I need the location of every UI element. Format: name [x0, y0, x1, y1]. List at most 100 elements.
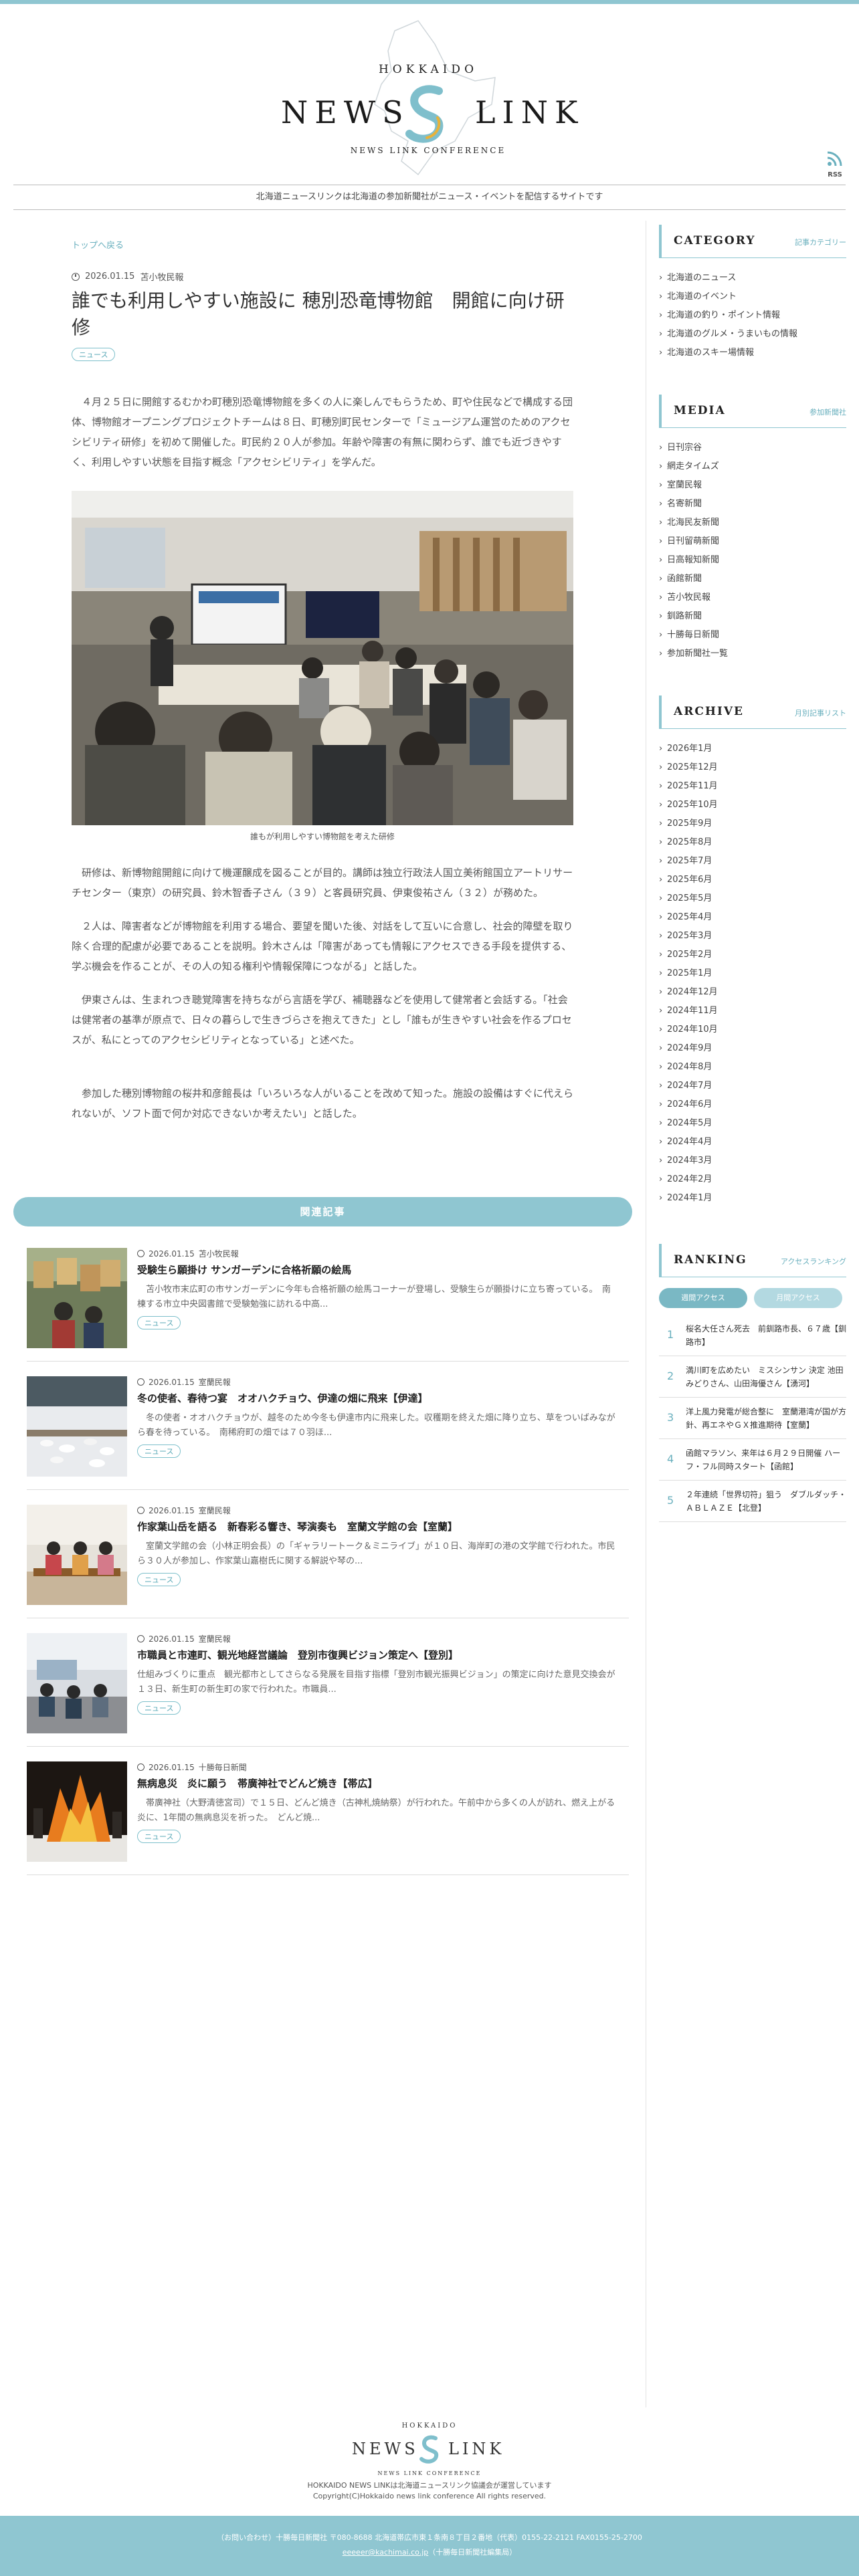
related-date: 2026.01.15: [149, 1762, 195, 1772]
koto-performance-image: [27, 1505, 127, 1605]
ranking-item[interactable]: 3 洋上風力発電が総合整に 室蘭港湾が国が方針、再エネやＧＸ推進期待【室蘭】: [659, 1398, 846, 1439]
media-item[interactable]: 函館新聞: [659, 570, 846, 588]
archive-item[interactable]: 2025年8月: [659, 833, 846, 852]
archive-item[interactable]: 2024年4月: [659, 1133, 846, 1152]
archive-item[interactable]: 2025年9月: [659, 815, 846, 833]
article-meta: 2026.01.15 苫小牧民報: [72, 270, 183, 283]
archive-item[interactable]: 2025年12月: [659, 758, 846, 777]
archive-item[interactable]: 2024年1月: [659, 1189, 846, 1208]
related-thumbnail[interactable]: [27, 1761, 127, 1862]
archive-item[interactable]: 2024年8月: [659, 1058, 846, 1077]
related-thumbnail[interactable]: [27, 1633, 127, 1733]
category-item[interactable]: 北海道の釣り・ポイント情報: [659, 306, 846, 325]
related-meta: 2026.01.15 室蘭民報: [137, 1376, 231, 1388]
related-article[interactable]: 2026.01.15 十勝毎日新聞 無病息災 炎に願う 帯廣神社でどんど焼き【帯…: [27, 1747, 629, 1875]
related-title-link[interactable]: 作家葉山岳を語る 新春彩る響き、琴演奏も 室蘭文学館の会【室蘭】: [137, 1519, 632, 1533]
related-tag[interactable]: ニュース: [137, 1316, 181, 1329]
media-item[interactable]: 北海民友新聞: [659, 514, 846, 532]
related-date: 2026.01.15: [149, 1377, 195, 1387]
ranking-title-link[interactable]: 桜名大任さん死去 前釧路市長、６７歳【釧路市】: [686, 1322, 846, 1349]
breadcrumb-home-link[interactable]: トップへ戻る: [72, 238, 124, 251]
footer-email-link[interactable]: eeeeer@kachimai.co.jp: [343, 2548, 428, 2557]
sidebar-archive: ARCHIVE 月別記事リスト 2026年1月 2025年12月 2025年11…: [659, 695, 846, 1208]
category-item[interactable]: 北海道のニュース: [659, 269, 846, 288]
media-item[interactable]: 参加新聞社一覧: [659, 645, 846, 663]
clock-icon: [137, 1763, 145, 1771]
related-source: 室蘭民報: [198, 1506, 231, 1515]
tab-monthly-access[interactable]: 月間アクセス: [754, 1288, 842, 1308]
media-item[interactable]: 苫小牧民報: [659, 588, 846, 607]
archive-item[interactable]: 2025年3月: [659, 927, 846, 946]
media-item[interactable]: 網走タイムズ: [659, 457, 846, 476]
archive-item[interactable]: 2024年3月: [659, 1152, 846, 1170]
media-title: MEDIA: [674, 404, 726, 417]
media-item[interactable]: 日刊宗谷: [659, 439, 846, 457]
ranking-number: 1: [667, 1328, 674, 1341]
related-title-link[interactable]: 無病息災 炎に願う 帯廣神社でどんど焼き【帯広】: [137, 1776, 632, 1790]
archive-item[interactable]: 2024年10月: [659, 1021, 846, 1039]
media-item[interactable]: 室蘭民報: [659, 476, 846, 495]
archive-item[interactable]: 2025年10月: [659, 796, 846, 815]
category-item[interactable]: 北海道のスキー場情報: [659, 344, 846, 362]
ranking-item[interactable]: 2 満川町を広めたい ミスシンサン 決定 池田みどりさん、山田海優さん【湧河】: [659, 1356, 846, 1398]
media-item[interactable]: 日高報知新聞: [659, 551, 846, 570]
related-article[interactable]: 2026.01.15 室蘭民報 冬の使者、春待つ宴 オオハクチョウ、伊達の畑に飛…: [27, 1362, 629, 1490]
archive-item[interactable]: 2025年11月: [659, 777, 846, 796]
footer-logo[interactable]: HOKKAIDO NEWS LINK NEWS LINK CONFERENCE: [348, 2421, 511, 2481]
media-item[interactable]: 釧路新聞: [659, 607, 846, 626]
footer-copyright: Copyright(C)Hokkaido news link conferenc…: [312, 2492, 547, 2500]
logo-news-text: NEWS: [281, 94, 410, 130]
ranking-title-link[interactable]: ２年連続「世界切符」狙う ダブルダッチ・ＡＢＬＡＺＥ【北登】: [686, 1488, 846, 1515]
related-thumbnail[interactable]: [27, 1376, 127, 1477]
related-article[interactable]: 2026.01.15 室蘭民報 作家葉山岳を語る 新春彩る響き、琴演奏も 室蘭文…: [27, 1490, 629, 1618]
related-title-link[interactable]: 市職員と市連町、観光地経営議論 登別市復興ビジョン策定へ【登別】: [137, 1648, 632, 1662]
ranking-title-link[interactable]: 満川町を広めたい ミスシンサン 決定 池田みどりさん、山田海優さん【湧河】: [686, 1364, 846, 1390]
archive-item[interactable]: 2025年6月: [659, 871, 846, 889]
related-title-link[interactable]: 冬の使者、春待つ宴 オオハクチョウ、伊達の畑に飛来【伊達】: [137, 1391, 632, 1405]
article-date: 2026.01.15: [85, 272, 135, 282]
ranking-title-link[interactable]: 洋上風力発電が総合整に 室蘭港湾が国が方針、再エネやＧＸ推進期待【室蘭】: [686, 1405, 846, 1432]
site-logo[interactable]: HOKKAIDO NEWS LINK NEWS LINK CONFERENCE: [254, 17, 602, 178]
related-thumbnail[interactable]: [27, 1248, 127, 1348]
archive-item[interactable]: 2024年5月: [659, 1114, 846, 1133]
archive-item[interactable]: 2025年4月: [659, 908, 846, 927]
related-meta: 2026.01.15 苫小牧民報: [137, 1248, 239, 1259]
archive-item[interactable]: 2025年1月: [659, 964, 846, 983]
archive-item[interactable]: 2024年2月: [659, 1170, 846, 1189]
archive-item[interactable]: 2024年7月: [659, 1077, 846, 1095]
media-item[interactable]: 日刊留萌新聞: [659, 532, 846, 551]
related-tag[interactable]: ニュース: [137, 1701, 181, 1715]
archive-item[interactable]: 2025年7月: [659, 852, 846, 871]
media-subtitle: 参加新聞社: [809, 408, 846, 417]
ranking-item[interactable]: 5 ２年連続「世界切符」狙う ダブルダッチ・ＡＢＬＡＺＥ【北登】: [659, 1481, 846, 1522]
ranking-item[interactable]: 4 函館マラソン、来年は６月２９日開催 ハーフ・フル同時スタート【函館】: [659, 1439, 846, 1481]
ranking-list: 1 桜名大任さん死去 前釧路市長、６７歳【釧路市】 2 満川町を広めたい ミスシ…: [659, 1315, 846, 1522]
related-article[interactable]: 2026.01.15 苫小牧民報 受験生ら願掛け サンガーデンに合格祈願の絵馬 …: [27, 1233, 629, 1362]
bonfire-image: [27, 1761, 127, 1862]
media-item[interactable]: 名寄新聞: [659, 495, 846, 514]
media-item[interactable]: 十勝毎日新聞: [659, 626, 846, 645]
footer-operator-text: HOKKAIDO NEWS LINKは北海道ニュースリンク協議会が運営しています: [307, 2481, 552, 2490]
related-article[interactable]: 2026.01.15 室蘭民報 市職員と市連町、観光地経営議論 登別市復興ビジョ…: [27, 1618, 629, 1747]
archive-item[interactable]: 2026年1月: [659, 740, 846, 758]
related-thumbnail[interactable]: [27, 1505, 127, 1605]
archive-item[interactable]: 2024年11月: [659, 1002, 846, 1021]
archive-item[interactable]: 2024年9月: [659, 1039, 846, 1058]
related-title-link[interactable]: 受験生ら願掛け サンガーデンに合格祈願の絵馬: [137, 1263, 632, 1277]
related-tag[interactable]: ニュース: [137, 1573, 181, 1586]
related-tag[interactable]: ニュース: [137, 1830, 181, 1843]
archive-item[interactable]: 2025年5月: [659, 889, 846, 908]
archive-item[interactable]: 2024年12月: [659, 983, 846, 1002]
archive-item[interactable]: 2024年6月: [659, 1095, 846, 1114]
ranking-item[interactable]: 1 桜名大任さん死去 前釧路市長、６７歳【釧路市】: [659, 1315, 846, 1356]
ranking-title-link[interactable]: 函館マラソン、来年は６月２９日開催 ハーフ・フル同時スタート【函館】: [686, 1446, 846, 1473]
rss-link[interactable]: RSS: [824, 150, 846, 181]
related-excerpt: 帯廣神社（大野清徳宮司）で１５日、どんど焼き（古神札焼納祭）が行われた。午前中か…: [137, 1798, 615, 1823]
tab-weekly-access[interactable]: 週間アクセス: [659, 1288, 747, 1308]
sidebar-media: MEDIA 参加新聞社 日刊宗谷 網走タイムズ 室蘭民報 名寄新聞 北海民友新聞…: [659, 395, 846, 663]
related-tag[interactable]: ニュース: [137, 1444, 181, 1458]
article-tag[interactable]: ニュース: [72, 348, 116, 361]
category-item[interactable]: 北海道のグルメ・うまいもの情報: [659, 325, 846, 344]
category-item[interactable]: 北海道のイベント: [659, 288, 846, 306]
archive-item[interactable]: 2025年2月: [659, 946, 846, 964]
